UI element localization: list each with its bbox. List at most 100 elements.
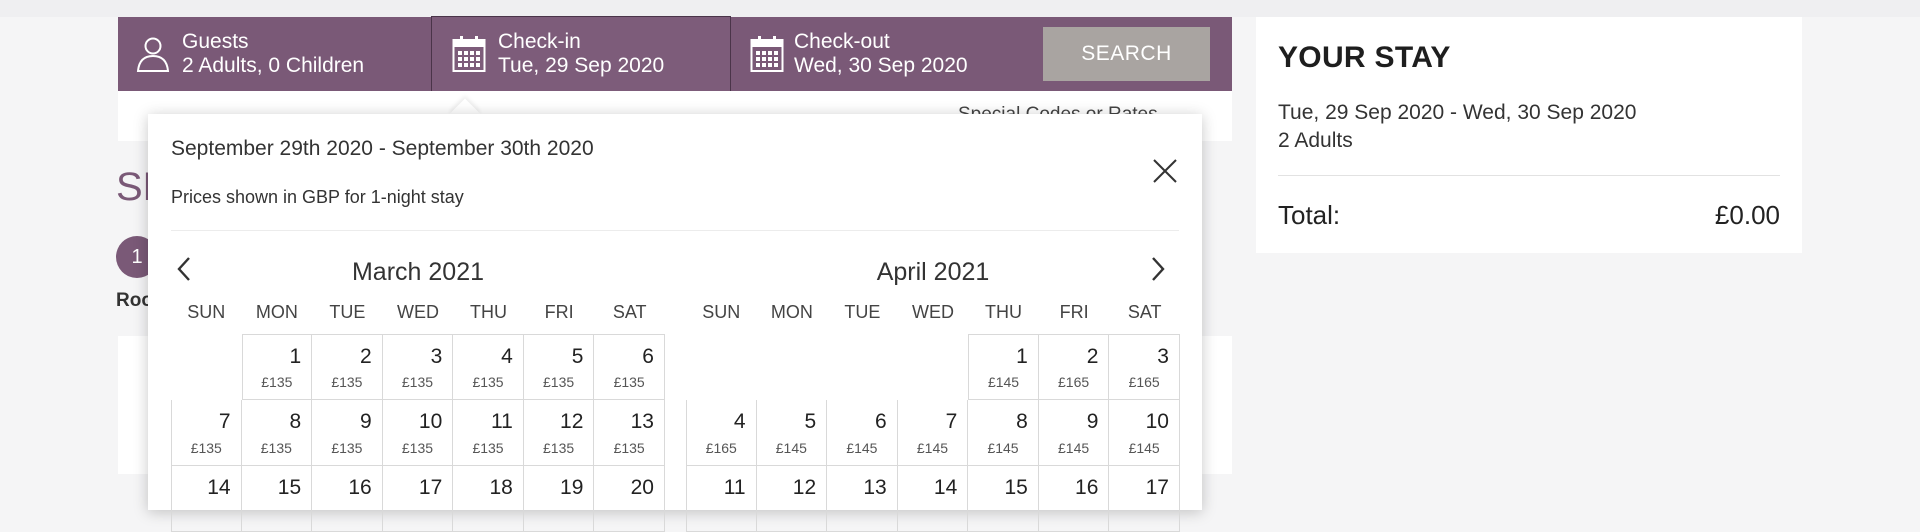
day-cell[interactable]: 11 xyxy=(686,466,757,532)
weekday-label: THU xyxy=(470,302,508,322)
day-price: £135 xyxy=(543,440,575,456)
day-number: 9 xyxy=(1086,410,1099,433)
day-number: 6 xyxy=(642,345,654,368)
day-cell[interactable]: 4 £135 xyxy=(453,334,524,400)
day-number: 2 xyxy=(1086,345,1099,368)
day-cell[interactable]: 17 xyxy=(382,466,454,532)
day-cell[interactable]: 5 £145 xyxy=(756,400,828,466)
day-cell[interactable]: 14 xyxy=(897,466,969,532)
weekday-header: SUN MON TUE WED THU FRI SAT xyxy=(171,302,665,330)
empty-day-cell xyxy=(171,334,242,400)
day-price: £145 xyxy=(987,374,1020,390)
guests-selector[interactable]: Guests 2 Adults, 0 Children xyxy=(118,17,432,91)
weekday-label: WED xyxy=(396,302,439,322)
day-cell[interactable]: 8 £145 xyxy=(968,400,1039,466)
day-cell[interactable]: 8 £135 xyxy=(241,400,313,466)
your-stay-title: YOUR STAY xyxy=(1278,41,1451,74)
day-cell[interactable]: 13 xyxy=(827,466,898,532)
day-number: 6 xyxy=(875,410,887,433)
day-number: 20 xyxy=(630,476,654,499)
month-april: April 2021 SUN MON TUE WED THU FRI SAT 1… xyxy=(686,254,1180,532)
day-cell[interactable]: 15 xyxy=(968,466,1039,532)
day-cell[interactable]: 9 £145 xyxy=(1038,400,1110,466)
day-cell[interactable]: 5 £135 xyxy=(523,334,595,400)
day-cell[interactable]: 2 £165 xyxy=(1038,334,1110,400)
day-cell[interactable]: 17 xyxy=(1109,466,1180,532)
checkin-selector[interactable]: Check-in Tue, 29 Sep 2020 xyxy=(431,16,731,92)
day-cell[interactable]: 2 £135 xyxy=(312,334,383,400)
top-strip xyxy=(0,0,1920,17)
day-number: 7 xyxy=(945,410,958,433)
day-number: 12 xyxy=(560,410,584,433)
day-price: £165 xyxy=(1058,374,1090,390)
day-cell[interactable]: 16 xyxy=(1038,466,1110,532)
divider xyxy=(171,230,1179,231)
empty-day-cell xyxy=(898,334,969,400)
day-price: £165 xyxy=(1128,374,1160,390)
day-cell[interactable]: 3 £135 xyxy=(382,334,454,400)
day-cell[interactable]: 15 xyxy=(241,466,313,532)
weekday-label: SUN xyxy=(187,302,226,322)
search-button[interactable]: SEARCH xyxy=(1043,27,1210,81)
empty-day-cell xyxy=(827,334,898,400)
day-price: £135 xyxy=(331,440,363,456)
your-stay-panel: YOUR STAY Tue, 29 Sep 2020 - Wed, 30 Sep… xyxy=(1256,17,1802,253)
weekday-label: WED xyxy=(911,302,954,322)
weekday-label: MON xyxy=(255,302,298,322)
day-cell[interactable]: 4 £165 xyxy=(686,400,757,466)
day-cell[interactable]: 12 xyxy=(756,466,828,532)
day-cell[interactable]: 6 £135 xyxy=(594,334,665,400)
day-cell[interactable]: 12 £135 xyxy=(523,400,595,466)
day-number: 12 xyxy=(792,476,817,499)
weekday-label: SAT xyxy=(612,302,647,322)
day-number: 7 xyxy=(218,410,231,433)
day-grid: 1 £135 2 £135 3 £135 4 £135 5 £135 6 £135 7 £135 8 £135… xyxy=(171,334,665,532)
day-cell[interactable]: 7 £135 xyxy=(171,400,242,466)
weekday-label: TUE xyxy=(329,302,366,322)
day-number: 1 xyxy=(1016,345,1028,368)
checkout-value: Wed, 30 Sep 2020 xyxy=(794,54,968,77)
day-cell[interactable]: 11 £135 xyxy=(453,400,524,466)
day-number: 8 xyxy=(289,410,302,433)
day-cell[interactable]: 1 £135 xyxy=(241,334,313,400)
day-cell[interactable]: 14 xyxy=(171,466,242,532)
day-number: 18 xyxy=(489,476,513,499)
day-cell[interactable]: 19 xyxy=(523,466,595,532)
day-cell[interactable]: 7 £145 xyxy=(897,400,969,466)
day-cell[interactable]: 18 xyxy=(453,466,524,532)
weekday-label: FRI xyxy=(544,302,574,322)
weekday-label: MON xyxy=(770,302,813,322)
day-cell[interactable]: 13 £135 xyxy=(594,400,665,466)
day-number: 8 xyxy=(1016,410,1028,433)
day-number: 15 xyxy=(277,476,302,499)
day-price: £135 xyxy=(472,440,504,456)
day-cell[interactable]: 3 £165 xyxy=(1109,334,1180,400)
day-price: £135 xyxy=(613,374,645,390)
day-price: £135 xyxy=(401,374,434,390)
day-number: 17 xyxy=(418,476,443,499)
day-cell[interactable]: 20 xyxy=(594,466,665,532)
day-price: £145 xyxy=(987,440,1019,456)
day-price: £145 xyxy=(1058,440,1090,456)
total-value: £0.00 xyxy=(1714,200,1780,230)
weekday-label: TUE xyxy=(844,302,881,322)
day-cell[interactable]: 10 £145 xyxy=(1109,400,1180,466)
day-cell[interactable]: 1 £145 xyxy=(968,334,1039,400)
guests-value: 2 Adults, 0 Children xyxy=(182,54,365,77)
day-number: 5 xyxy=(571,345,584,368)
weekday-label: SUN xyxy=(702,302,741,322)
day-number: 1 xyxy=(289,345,302,368)
close-icon[interactable] xyxy=(1152,158,1178,184)
month-title: March 2021 xyxy=(351,258,485,286)
day-cell[interactable]: 9 £135 xyxy=(312,400,383,466)
day-number: 16 xyxy=(1075,476,1099,499)
checkout-label: Check-out xyxy=(794,30,890,53)
day-number: 9 xyxy=(360,410,372,433)
day-cell[interactable]: 6 £145 xyxy=(827,400,898,466)
day-number: 16 xyxy=(348,476,372,499)
day-cell[interactable]: 10 £135 xyxy=(382,400,454,466)
empty-day-cell xyxy=(686,334,757,400)
day-cell[interactable]: 16 xyxy=(312,466,383,532)
checkout-selector[interactable]: Check-out Wed, 30 Sep 2020 xyxy=(730,17,1030,91)
day-number: 10 xyxy=(1145,410,1169,433)
